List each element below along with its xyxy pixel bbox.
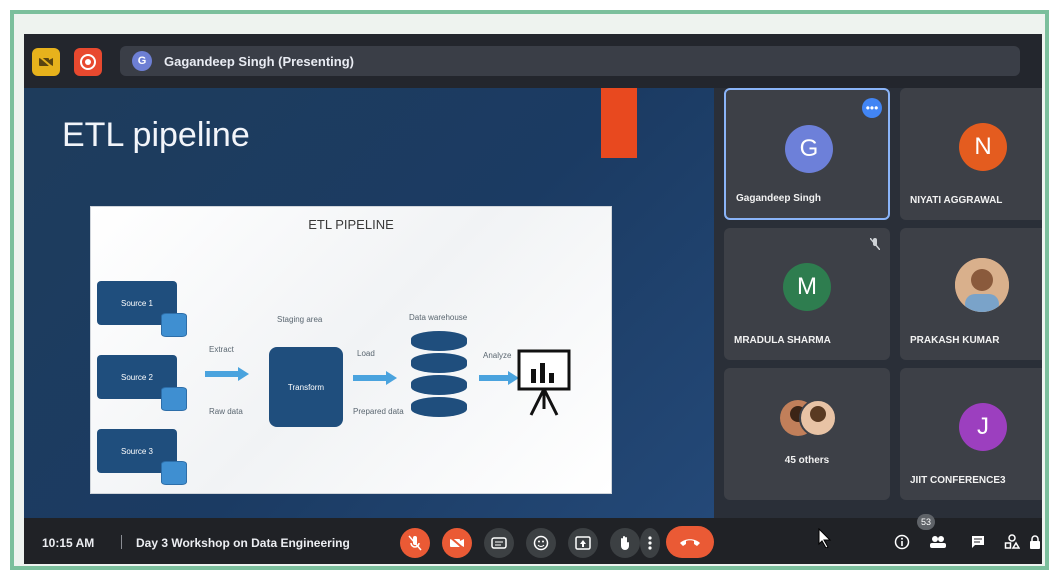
activities-button[interactable]	[1002, 532, 1022, 552]
avatar: G	[785, 125, 833, 173]
extract-label: Extract	[209, 345, 234, 354]
presenter-chip: G Gagandeep Singh (Presenting)	[120, 46, 1020, 76]
participant-name: NIYATI AGGRAWAL	[910, 195, 1003, 206]
prepared-data-label: Prepared data	[353, 407, 404, 416]
analyze-arrow	[479, 371, 519, 385]
more-vert-icon	[648, 536, 652, 550]
profile-photo	[955, 258, 1009, 312]
participant-name: Gagandeep Singh	[736, 193, 822, 204]
avatar: J	[959, 403, 1007, 451]
camera-off-icon[interactable]	[32, 48, 60, 76]
participant-name: JIIT CONFERENCE3	[910, 475, 1006, 486]
participant-tile-jiit[interactable]: J JIIT CONFERENCE3	[900, 368, 1042, 500]
presenter-avatar: G	[132, 51, 152, 71]
raw-data-label: Raw data	[209, 407, 243, 416]
captions-icon	[491, 537, 507, 549]
camera-off-button[interactable]	[442, 528, 472, 558]
record-icon[interactable]	[74, 48, 102, 76]
raise-hand-icon	[621, 536, 629, 550]
slide-accent-bar	[601, 88, 637, 158]
staging-area-label: Staging area	[277, 315, 323, 324]
etl-diagram: ETL PIPELINE Source 1 Source 2 Source 3 …	[90, 206, 612, 494]
mouse-cursor-icon	[818, 528, 832, 548]
people-button[interactable]	[928, 532, 948, 552]
activities-icon	[1004, 534, 1020, 549]
bottom-bar: 10:15 AM Day 3 Workshop on Data Engineer…	[24, 514, 1042, 564]
people-icon	[930, 536, 946, 548]
load-label: Load	[357, 349, 375, 358]
participant-tile-others[interactable]: 45 others	[724, 368, 890, 500]
participant-tile-niyati[interactable]: N NIYATI AGGRAWAL	[900, 88, 1042, 220]
slide-title: ETL pipeline	[62, 116, 250, 154]
info-icon	[894, 534, 910, 550]
meet-window: G Gagandeep Singh (Presenting) ETL pipel…	[24, 34, 1042, 564]
avatar: N	[959, 123, 1007, 171]
lock-icon	[1030, 535, 1040, 549]
transform-box: Transform	[269, 347, 343, 427]
raise-hand-button[interactable]	[610, 528, 640, 558]
more-options-icon[interactable]: •••	[862, 98, 882, 118]
chat-button[interactable]	[968, 532, 988, 552]
participant-tile-gagandeep[interactable]: G ••• Gagandeep Singh	[724, 88, 890, 220]
diagram-title: ETL PIPELINE	[308, 217, 394, 232]
presenter-name: Gagandeep Singh (Presenting)	[164, 53, 354, 69]
others-count: 45 others	[784, 455, 830, 466]
meeting-title: Day 3 Workshop on Data Engineering	[136, 536, 350, 550]
group-avatars	[780, 399, 837, 437]
participant-name: MRADULA SHARMA	[734, 335, 831, 346]
emoji-button[interactable]	[526, 528, 556, 558]
extract-arrow	[205, 367, 249, 381]
host-controls-button[interactable]	[1028, 532, 1042, 552]
more-options-button[interactable]	[640, 528, 660, 558]
clock: 10:15 AM	[42, 536, 95, 550]
avatar: M	[783, 263, 831, 311]
presentation-stage: ETL pipeline ETL PIPELINE Source 1 Sourc…	[24, 88, 714, 518]
camera-off-icon	[449, 536, 465, 550]
data-warehouse-label: Data warehouse	[409, 313, 468, 322]
divider	[121, 535, 122, 549]
analyze-label: Analyze	[483, 351, 512, 360]
chat-icon	[972, 536, 984, 548]
captions-button[interactable]	[484, 528, 514, 558]
database-icon	[161, 461, 187, 485]
database-icon	[161, 313, 187, 337]
leave-call-button[interactable]	[666, 526, 714, 558]
meeting-details-button[interactable]	[892, 532, 912, 552]
photo-frame: G Gagandeep Singh (Presenting) ETL pipel…	[10, 10, 1049, 570]
load-arrow	[353, 371, 397, 385]
phone-hangup-icon	[680, 539, 700, 546]
participant-tile-prakash[interactable]: PRAKASH KUMAR	[900, 228, 1042, 360]
present-screen-icon	[575, 536, 591, 550]
participant-tile-mradula[interactable]: M MRADULA SHARMA	[724, 228, 890, 360]
top-bar: G Gagandeep Singh (Presenting)	[24, 34, 1042, 88]
emoji-icon	[533, 535, 549, 551]
mic-off-icon	[870, 238, 880, 250]
present-screen-button[interactable]	[568, 528, 598, 558]
participant-count-badge: 53	[917, 514, 935, 530]
database-icon	[161, 387, 187, 411]
mic-off-icon	[408, 535, 422, 551]
participant-name: PRAKASH KUMAR	[910, 335, 1000, 346]
presentation-board-icon	[517, 349, 571, 416]
mic-off-button[interactable]	[400, 528, 430, 558]
